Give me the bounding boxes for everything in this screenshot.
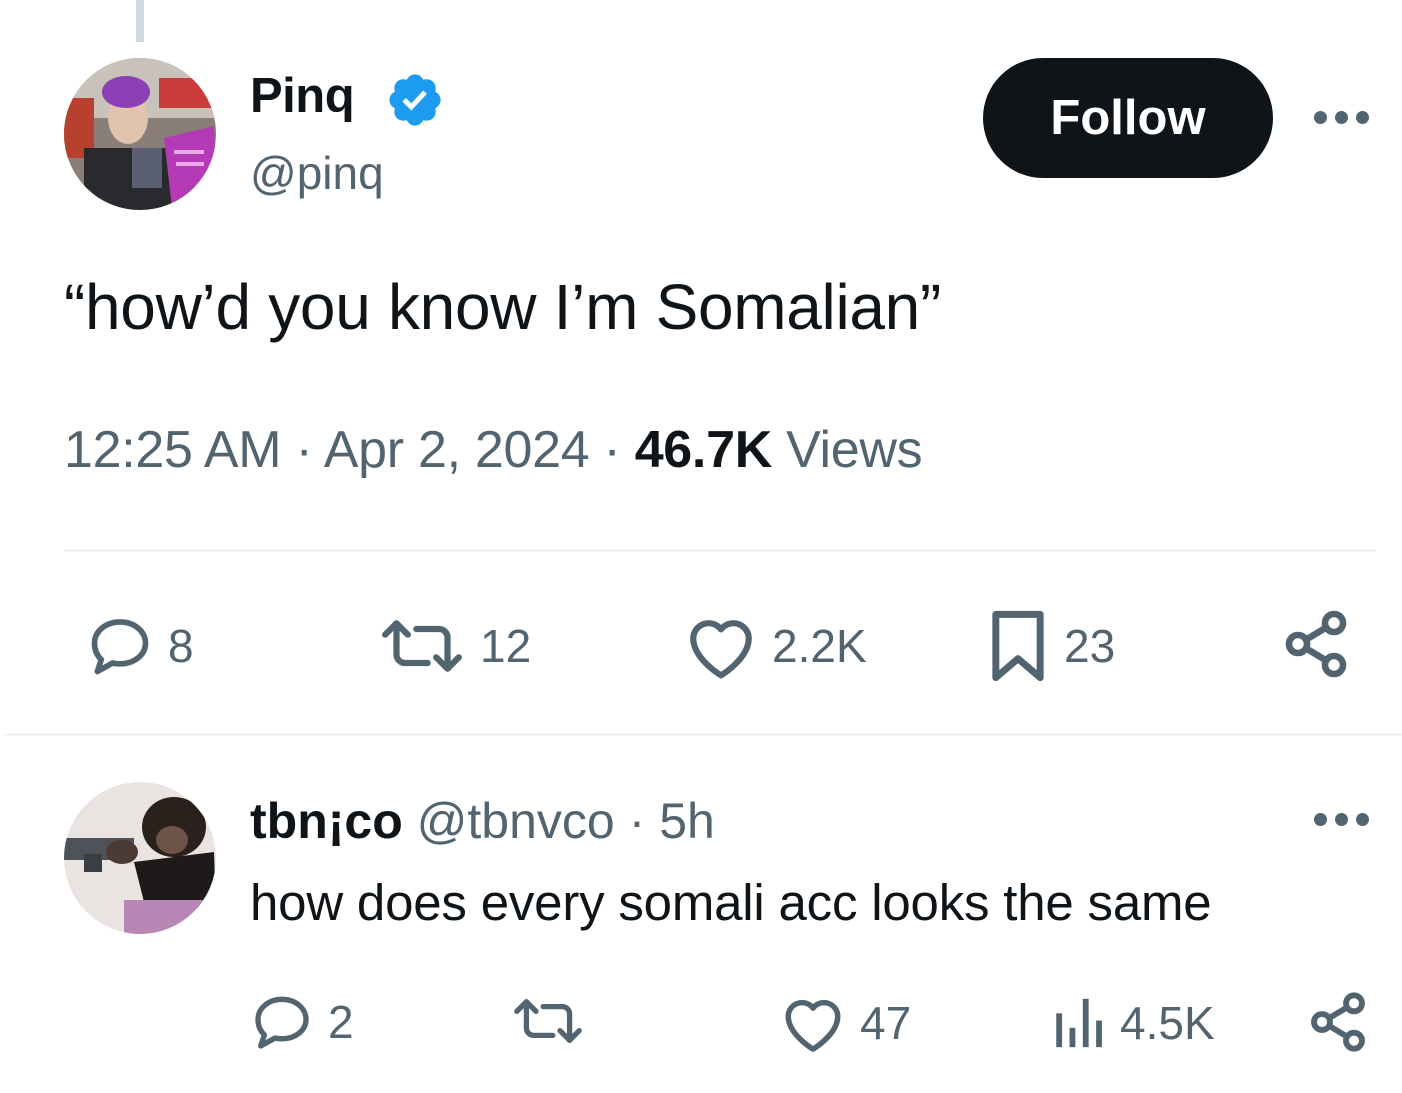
like-icon xyxy=(785,999,841,1052)
repost-icon xyxy=(382,620,462,672)
meta-separator: · xyxy=(603,421,621,479)
like-count: 2.2K xyxy=(772,620,867,672)
reply-icon xyxy=(91,619,149,675)
more-icon[interactable] xyxy=(1312,810,1372,830)
repost-count: 12 xyxy=(480,620,532,672)
views-icon xyxy=(1056,998,1102,1048)
like-button[interactable]: 2.2K xyxy=(684,612,867,680)
bookmark-button[interactable]: 23 xyxy=(986,608,1115,684)
reply-author-handle[interactable]: @tbnvco xyxy=(417,793,615,849)
like-icon xyxy=(690,620,752,679)
share-icon xyxy=(1285,610,1347,678)
tweet-date[interactable]: Apr 2, 2024 xyxy=(324,421,590,479)
meta-separator: · xyxy=(295,421,313,479)
tweet-time[interactable]: 12:25 AM xyxy=(64,421,282,479)
reply-count: 8 xyxy=(168,620,194,672)
more-icon[interactable] xyxy=(1312,108,1372,128)
reply-share-button[interactable] xyxy=(1306,990,1370,1054)
repost-button[interactable]: 12 xyxy=(378,612,531,680)
reply-icon xyxy=(255,996,309,1049)
thread-connector-line xyxy=(136,0,144,42)
author-name[interactable]: Pinq xyxy=(250,68,355,124)
follow-button[interactable]: Follow xyxy=(983,58,1273,178)
views-count: 46.7K xyxy=(634,421,773,479)
share-button[interactable] xyxy=(1280,608,1352,680)
reply-repost-button[interactable] xyxy=(512,992,584,1050)
bookmark-count: 23 xyxy=(1064,620,1116,672)
reply-reply-count: 2 xyxy=(328,996,354,1048)
tweet-text: “how’d you know I’m Somalian” xyxy=(64,271,941,343)
share-icon xyxy=(1311,992,1365,1052)
author-handle[interactable]: @pinq xyxy=(250,146,384,200)
divider xyxy=(4,733,1402,736)
tweet-meta: 12:25 AM · Apr 2, 2024 · 46.7K Views xyxy=(64,420,923,480)
reply-reply-button[interactable]: 2 xyxy=(250,990,354,1054)
reply-author-avatar[interactable] xyxy=(64,782,216,934)
reply-time[interactable]: 5h xyxy=(659,793,715,849)
bookmark-icon xyxy=(992,610,1044,682)
reply-author-name[interactable]: tbn¡co xyxy=(250,793,403,849)
reply-views-count: 4.5K xyxy=(1120,997,1215,1049)
reply-text: how does every somali acc looks the same xyxy=(250,874,1212,931)
views-label: Views xyxy=(786,421,923,479)
verified-badge-icon xyxy=(389,74,441,126)
divider xyxy=(64,549,1376,552)
reply-like-count: 47 xyxy=(860,997,912,1049)
reply-header: tbn¡co @tbnvco · 5h xyxy=(250,792,715,850)
reply-like-button[interactable]: 47 xyxy=(780,992,911,1054)
reply-button[interactable]: 8 xyxy=(86,612,194,680)
meta-separator: · xyxy=(628,793,646,849)
repost-icon xyxy=(514,999,582,1043)
reply-views-button[interactable]: 4.5K xyxy=(1050,994,1215,1052)
author-avatar[interactable] xyxy=(64,58,216,210)
